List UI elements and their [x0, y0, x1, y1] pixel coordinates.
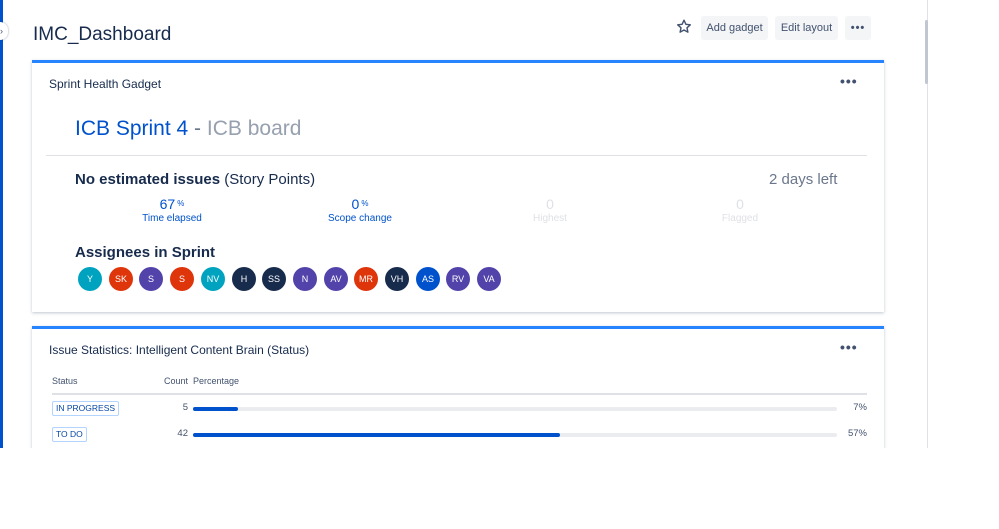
percentage-bar	[193, 407, 837, 411]
star-icon[interactable]	[674, 17, 694, 37]
percentage-bar	[193, 433, 837, 437]
assignee-avatar[interactable]: SS	[262, 267, 286, 291]
gadget-title: Issue Statistics: Intelligent Content Br…	[49, 343, 310, 357]
gadget-title: Sprint Health Gadget	[49, 77, 162, 91]
assignee-avatar[interactable]: NV	[201, 267, 225, 291]
sidebar-expand-icon[interactable]: ›	[0, 22, 8, 40]
gadget-more-button[interactable]: •••	[840, 73, 858, 89]
metric-highest: 0 Highest	[485, 196, 615, 225]
column-header-count[interactable]: Count	[164, 376, 188, 386]
assignee-avatar[interactable]: VH	[385, 267, 409, 291]
issue-count: 5	[182, 402, 188, 413]
divider	[46, 155, 867, 156]
sprint-name-link[interactable]: ICB Sprint 4	[75, 117, 188, 140]
board-name: ICB board	[206, 117, 302, 140]
column-header-status[interactable]: Status	[52, 376, 78, 386]
add-gadget-button[interactable]: Add gadget	[701, 16, 768, 40]
dashboard-frame: › IMC_Dashboard Add gadget Edit layout •…	[0, 0, 999, 448]
status-badge[interactable]: IN PROGRESS	[52, 401, 120, 416]
assignee-avatar[interactable]: RV	[446, 267, 470, 291]
percentage-bar-fill	[193, 407, 239, 411]
percentage-bar-fill	[193, 433, 561, 437]
assignee-avatar[interactable]: S	[139, 267, 163, 291]
metric-unit: %	[361, 199, 369, 208]
issue-statistics-gadget: Issue Statistics: Intelligent Content Br…	[32, 326, 884, 448]
header-rule	[52, 393, 867, 395]
metric-label: Flagged	[721, 213, 759, 224]
days-left: 2 days left	[769, 171, 838, 188]
sprint-heading: ICB Sprint 4 - ICB board	[75, 117, 301, 141]
percentage-value: 57%	[847, 428, 867, 439]
estimation-status: No estimated issues	[75, 171, 221, 188]
table-row: IN PROGRESS 5 7%	[52, 401, 867, 417]
assignee-avatar[interactable]: AS	[416, 267, 440, 291]
assignee-avatar[interactable]: AV	[324, 267, 348, 291]
left-accent-bar	[0, 0, 3, 448]
metric-value: 0	[546, 196, 554, 212]
column-header-percentage: Percentage	[193, 376, 240, 386]
assignee-avatar[interactable]: Y	[78, 267, 102, 291]
edit-layout-button[interactable]: Edit layout	[775, 16, 838, 40]
metric-label: Highest	[533, 213, 567, 224]
metric-scope-change: 0% Scope change	[295, 196, 425, 225]
gadget-more-button[interactable]: •••	[840, 339, 858, 355]
metric-flagged: 0 Flagged	[675, 196, 805, 225]
metric-value: 0	[736, 196, 744, 212]
assignee-avatar[interactable]: SK	[109, 267, 133, 291]
assignee-avatar[interactable]: S	[170, 267, 194, 291]
metric-unit: %	[177, 199, 185, 208]
scrollbar-thumb[interactable]	[925, 20, 928, 84]
metric-label: Scope change	[328, 213, 392, 224]
assignee-avatar[interactable]: VA	[477, 267, 501, 291]
sprint-separator: -	[188, 117, 207, 140]
estimation-unit: (Story Points)	[220, 171, 316, 188]
metric-value: 0	[351, 196, 360, 212]
page-title: IMC_Dashboard	[33, 24, 172, 45]
table-row: TO DO 42 57%	[52, 427, 867, 443]
metric-label: Time elapsed	[142, 213, 202, 224]
metric-value: 67	[159, 196, 176, 212]
metric-time-elapsed: 67% Time elapsed	[107, 196, 237, 225]
more-actions-button[interactable]: •••	[845, 16, 871, 40]
assignee-avatar[interactable]: H	[232, 267, 256, 291]
assignees-title: Assignees in Sprint	[75, 244, 216, 261]
estimation-summary: No estimated issues (Story Points)	[75, 171, 315, 188]
assignee-avatar[interactable]: MR	[354, 267, 378, 291]
status-badge[interactable]: TO DO	[52, 427, 87, 442]
percentage-value: 7%	[853, 402, 867, 413]
issue-count: 42	[177, 428, 188, 439]
sprint-health-gadget: Sprint Health Gadget ••• ICB Sprint 4 - …	[32, 60, 884, 312]
assignee-avatar[interactable]: N	[293, 267, 317, 291]
